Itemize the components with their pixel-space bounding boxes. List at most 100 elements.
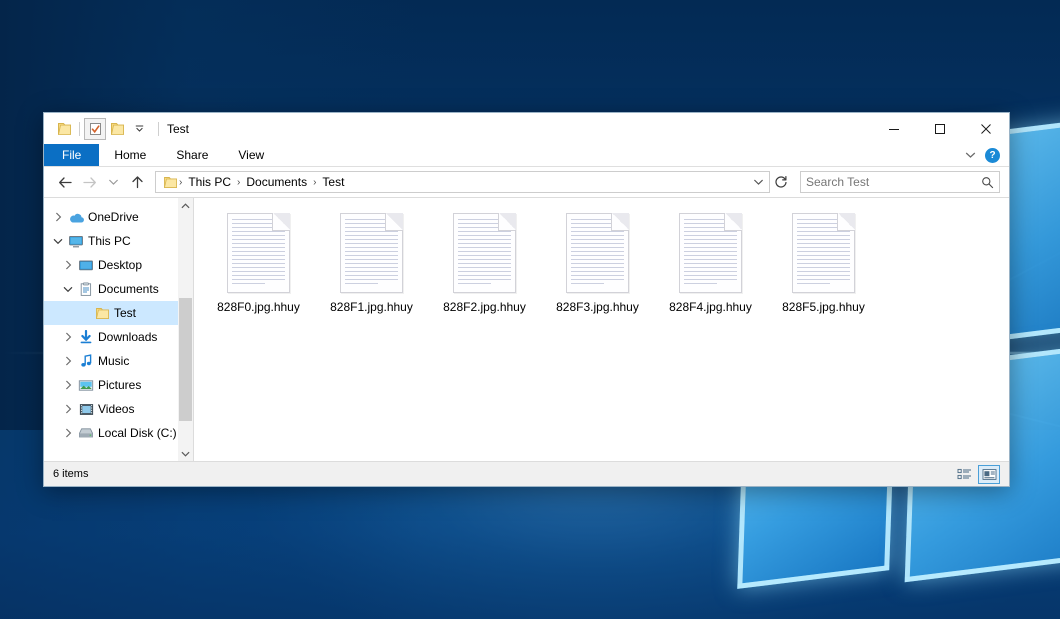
sidebar-scrollbar[interactable] [178, 198, 193, 461]
chevron-right-icon[interactable] [60, 380, 76, 390]
folder-tree: OneDrive This PC [44, 198, 193, 445]
chevron-down-icon[interactable] [60, 286, 76, 293]
sidebar-label-pictures: Pictures [96, 378, 141, 392]
title-separator [158, 122, 159, 136]
file-name: 828F0.jpg.hhuy [217, 300, 300, 314]
sidebar-label-downloads: Downloads [96, 330, 157, 344]
navigation-pane: OneDrive This PC [44, 198, 194, 461]
help-icon[interactable]: ? [985, 148, 1000, 163]
breadcrumb-item-this-pc[interactable]: This PC [183, 175, 236, 189]
tab-file[interactable]: File [44, 144, 99, 166]
file-name: 828F1.jpg.hhuy [330, 300, 413, 314]
chevron-right-icon[interactable] [60, 356, 76, 366]
properties-icon[interactable] [84, 118, 106, 140]
breadcrumb: › This PC › Documents › Test [161, 175, 749, 189]
search-input[interactable]: Search Test [806, 175, 981, 189]
tab-share[interactable]: Share [161, 144, 223, 166]
item-count-label: 6 items [53, 468, 88, 480]
document-icon [340, 213, 403, 293]
chevron-right-icon[interactable] [60, 404, 76, 414]
sidebar-label-documents: Documents [96, 282, 159, 296]
ribbon-right-controls: ? [965, 144, 1009, 166]
details-view-button[interactable] [953, 465, 975, 484]
large-icons-view-button[interactable] [978, 465, 1000, 484]
pictures-icon [76, 379, 96, 392]
customize-quick-access-chevron[interactable] [128, 118, 150, 140]
search-icon[interactable] [981, 176, 994, 189]
scrollbar-thumb[interactable] [179, 298, 192, 421]
document-icon [566, 213, 629, 293]
sidebar-item-desktop[interactable]: Desktop [44, 253, 193, 277]
chevron-right-icon[interactable] [60, 332, 76, 342]
file-item[interactable]: 828F3.jpg.hhuy [541, 209, 654, 314]
breadcrumb-item-test[interactable]: Test [317, 175, 349, 189]
document-icon [792, 213, 855, 293]
breadcrumb-item-documents[interactable]: Documents [241, 175, 312, 189]
music-icon [76, 354, 96, 368]
expand-ribbon-chevron-icon[interactable] [965, 148, 976, 162]
up-button[interactable] [125, 170, 149, 194]
scrollbar-down-arrow-icon[interactable] [178, 446, 193, 461]
desktop-icon [76, 259, 96, 272]
sidebar-label-videos: Videos [96, 402, 134, 416]
file-list-pane[interactable]: 828F0.jpg.hhuy 828F1.jpg.hhuy [194, 198, 1009, 461]
sidebar-label-test: Test [112, 306, 136, 320]
sidebar-item-this-pc[interactable]: This PC [44, 229, 193, 253]
sidebar-item-onedrive[interactable]: OneDrive [44, 205, 193, 229]
file-name: 828F3.jpg.hhuy [556, 300, 639, 314]
onedrive-icon [66, 211, 86, 224]
folder-icon[interactable] [53, 118, 75, 140]
chevron-down-icon[interactable] [50, 238, 66, 245]
address-bar[interactable]: › This PC › Documents › Test [155, 171, 770, 193]
recent-locations-chevron-icon[interactable] [101, 170, 125, 194]
sidebar-item-pictures[interactable]: Pictures [44, 373, 193, 397]
sidebar-item-music[interactable]: Music [44, 349, 193, 373]
file-name: 828F4.jpg.hhuy [669, 300, 752, 314]
document-icon [227, 213, 290, 293]
title-bar: Test [44, 113, 1009, 144]
window-title: Test [167, 122, 189, 136]
ribbon-tab-bar: File Home Share View ? [44, 144, 1009, 167]
explorer-body: OneDrive This PC [44, 197, 1009, 461]
back-button[interactable] [53, 170, 77, 194]
sidebar-item-downloads[interactable]: Downloads [44, 325, 193, 349]
address-bar-row: › This PC › Documents › Test Search Test [44, 167, 1009, 197]
tab-home[interactable]: Home [99, 144, 161, 166]
drive-icon [76, 427, 96, 439]
downloads-icon [76, 330, 96, 344]
new-folder-icon[interactable] [106, 118, 128, 140]
refresh-button[interactable] [770, 171, 792, 193]
minimize-button[interactable] [871, 113, 917, 144]
file-item[interactable]: 828F4.jpg.hhuy [654, 209, 767, 314]
sidebar-item-videos[interactable]: Videos [44, 397, 193, 421]
folder-icon [92, 307, 112, 320]
videos-icon [76, 403, 96, 416]
sidebar-item-local-disk-c[interactable]: Local Disk (C:) [44, 421, 193, 445]
file-item[interactable]: 828F5.jpg.hhuy [767, 209, 880, 314]
file-item[interactable]: 828F1.jpg.hhuy [315, 209, 428, 314]
address-dropdown-chevron-icon[interactable] [749, 178, 767, 186]
file-grid: 828F0.jpg.hhuy 828F1.jpg.hhuy [194, 198, 1009, 314]
scrollbar-up-arrow-icon[interactable] [178, 198, 193, 213]
quick-access-toolbar [53, 118, 150, 140]
chevron-right-icon[interactable] [60, 260, 76, 270]
sidebar-item-documents[interactable]: Documents [44, 277, 193, 301]
close-button[interactable] [963, 113, 1009, 144]
file-item[interactable]: 828F2.jpg.hhuy [428, 209, 541, 314]
forward-button[interactable] [77, 170, 101, 194]
maximize-button[interactable] [917, 113, 963, 144]
file-item[interactable]: 828F0.jpg.hhuy [202, 209, 315, 314]
file-name: 828F2.jpg.hhuy [443, 300, 526, 314]
window-controls [871, 113, 1009, 144]
sidebar-item-test[interactable]: Test [44, 301, 193, 325]
sidebar-label-music: Music [96, 354, 129, 368]
chevron-right-icon[interactable] [50, 212, 66, 222]
documents-icon [76, 282, 96, 297]
tab-view[interactable]: View [223, 144, 279, 166]
qat-separator-1 [79, 122, 80, 136]
search-box[interactable]: Search Test [800, 171, 1000, 193]
document-icon [453, 213, 516, 293]
document-icon [679, 213, 742, 293]
thispc-icon [66, 235, 86, 248]
chevron-right-icon[interactable] [60, 428, 76, 438]
